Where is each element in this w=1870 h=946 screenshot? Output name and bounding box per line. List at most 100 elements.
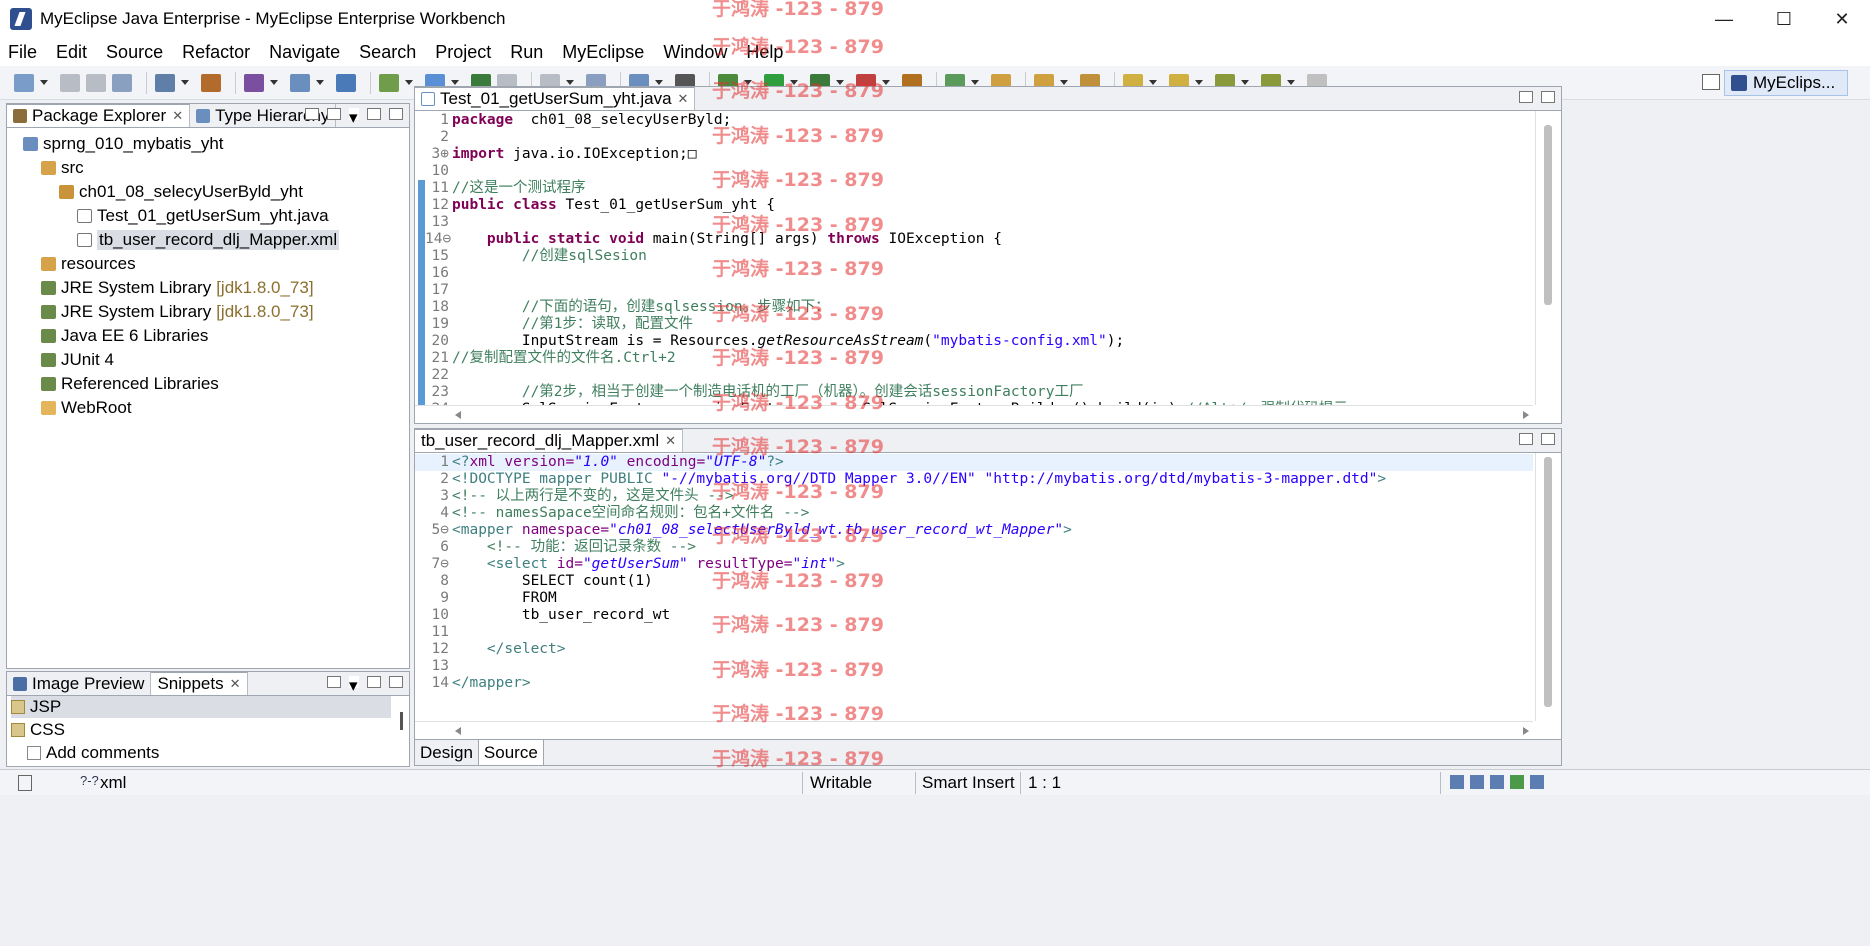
scroll-right-icon[interactable] <box>1523 727 1529 735</box>
xml-code-area[interactable]: 1 <?xml version="1.0" encoding="UTF-8"?> 2… <box>415 454 1533 721</box>
maximize-view-icon[interactable] <box>389 676 403 688</box>
menu-source[interactable]: Source <box>106 42 163 63</box>
collapse-all-icon[interactable] <box>305 108 319 120</box>
tab-snippets[interactable]: Snippets ✕ <box>151 672 248 695</box>
open-perspective-icon[interactable] <box>1702 74 1720 90</box>
snippet-item-add-comments[interactable]: Add comments <box>11 742 391 764</box>
view-menu-icon[interactable]: ▾ <box>349 676 359 695</box>
line-text: //这是一个测试程序 <box>452 180 585 197</box>
scroll-left-icon[interactable] <box>455 411 461 419</box>
menu-file[interactable]: File <box>8 42 37 63</box>
maximize-view-icon[interactable] <box>1541 91 1555 103</box>
menu-help[interactable]: Help <box>746 42 783 63</box>
scroll-right-icon[interactable] <box>1523 411 1529 419</box>
close-tab-icon[interactable]: ✕ <box>665 433 676 449</box>
status-icon-2[interactable] <box>1470 775 1484 789</box>
view-menu-icon[interactable]: ▾ <box>349 108 359 127</box>
tree-item[interactable]: JUnit 4 <box>7 348 409 372</box>
menu-run[interactable]: Run <box>510 42 543 63</box>
tree-item[interactable]: src <box>7 156 409 180</box>
tree-item[interactable]: tb_user_record_dlj_Mapper.xml <box>7 228 409 252</box>
tab-package-explorer[interactable]: Package Explorer ✕ <box>7 104 191 127</box>
menu-navigate[interactable]: Navigate <box>269 42 340 63</box>
toolbar-dropdown-icon[interactable] <box>40 74 48 92</box>
menu-project[interactable]: Project <box>435 42 491 63</box>
maximize-button[interactable]: ☐ <box>1754 0 1814 38</box>
close-tab-icon[interactable]: ✕ <box>678 91 689 107</box>
tree-item[interactable]: resources <box>7 252 409 276</box>
code-token: <mapper <box>452 522 514 538</box>
toolbar-button-icon[interactable] <box>112 73 132 92</box>
maximize-view-icon[interactable] <box>1541 433 1555 445</box>
close-tab-icon[interactable]: ✕ <box>230 676 241 692</box>
line-number: 12 <box>431 197 449 213</box>
tab-image-preview[interactable]: Image Preview <box>7 672 152 695</box>
tab-design[interactable]: Design <box>415 740 479 765</box>
toolbar-button-icon[interactable] <box>290 73 310 92</box>
scroll-left-icon[interactable] <box>455 727 461 735</box>
code-token: "1.0" <box>574 454 618 470</box>
code-token: IOException { <box>879 231 1003 247</box>
scroll-thumb[interactable] <box>1544 457 1552 707</box>
link-with-editor-icon[interactable] <box>327 108 341 120</box>
minimize-button[interactable]: — <box>1694 0 1754 38</box>
toolbar-button-icon[interactable] <box>155 73 175 92</box>
minimize-view-icon[interactable] <box>367 676 381 688</box>
tree-item[interactable]: JRE System Library [jdk1.8.0_73] <box>7 276 409 300</box>
code-token: version= <box>495 454 575 470</box>
toolbar-dropdown-icon[interactable] <box>181 74 189 92</box>
menu-search[interactable]: Search <box>359 42 416 63</box>
close-button[interactable]: ✕ <box>1812 0 1870 38</box>
status-icon-5[interactable] <box>1530 775 1544 789</box>
toolbar-dropdown-icon[interactable] <box>316 74 324 92</box>
perspective-switcher[interactable]: MyEclips... <box>1724 70 1848 96</box>
status-icon-1[interactable] <box>1450 775 1464 789</box>
editor-mode-tabs: Design Source <box>415 739 1561 765</box>
scroll-thumb[interactable] <box>1544 125 1552 305</box>
menu-myeclipse[interactable]: MyEclipse <box>562 42 644 63</box>
tree-item[interactable]: WebRoot <box>7 396 409 420</box>
menu-edit[interactable]: Edit <box>56 42 87 63</box>
tab-source[interactable]: Source <box>478 740 544 765</box>
menu-window[interactable]: Window <box>663 42 727 63</box>
tree-item[interactable]: JRE System Library [jdk1.8.0_73] <box>7 300 409 324</box>
toolbar-dropdown-icon[interactable] <box>270 74 278 92</box>
xml-horizontal-scrollbar[interactable] <box>415 721 1533 739</box>
xml-vertical-scrollbar[interactable] <box>1535 453 1561 721</box>
tab-xml-file[interactable]: tb_user_record_dlj_Mapper.xml ✕ <box>415 429 684 452</box>
java-horizontal-scrollbar[interactable] <box>415 405 1533 423</box>
code-line: 10 tb_user_record_wt <box>415 607 1533 624</box>
menu-refactor[interactable]: Refactor <box>182 42 250 63</box>
java-code-area[interactable]: 1 package ch01_08_selecyUserByld; 2 3⊕ impor… <box>415 112 1533 405</box>
minimize-view-icon[interactable] <box>367 108 381 120</box>
snippet-category-css[interactable]: CSS <box>11 719 391 741</box>
tree-item[interactable]: ch01_08_selecyUserByld_yht <box>7 180 409 204</box>
tree-item[interactable]: Java EE 6 Libraries <box>7 324 409 348</box>
status-icon-4[interactable] <box>1510 775 1524 789</box>
java-editor-tabbar: Test_01_getUserSum_yht.java ✕ <box>415 87 1561 111</box>
toolbar-button-icon[interactable] <box>201 73 221 92</box>
tree-item[interactable]: Test_01_getUserSum_yht.java <box>7 204 409 228</box>
code-token: > <box>836 556 845 572</box>
toolbar-dropdown-icon[interactable] <box>405 74 413 92</box>
fast-view-icon[interactable] <box>18 775 32 791</box>
toolbar-button-icon[interactable] <box>60 73 80 92</box>
minimize-view-icon[interactable] <box>1519 433 1533 445</box>
status-icon-3[interactable] <box>1490 775 1504 789</box>
code-token: public static void <box>486 231 645 247</box>
java-vertical-scrollbar[interactable] <box>1535 111 1561 405</box>
snippets-scrollbar[interactable] <box>400 712 403 730</box>
toolbar-button-icon[interactable] <box>244 73 264 92</box>
tab-java-file[interactable]: Test_01_getUserSum_yht.java ✕ <box>415 87 696 110</box>
toolbar-button-icon[interactable] <box>336 73 356 92</box>
toolbar-button-icon[interactable] <box>86 73 106 92</box>
tree-item[interactable]: sprng_010_mybatis_yht <box>7 132 409 156</box>
tree-item[interactable]: Referenced Libraries <box>7 372 409 396</box>
close-tab-icon[interactable]: ✕ <box>172 108 183 124</box>
toolbar-button-icon[interactable] <box>14 73 34 92</box>
customize-icon[interactable] <box>327 676 341 688</box>
toolbar-button-icon[interactable] <box>379 73 399 92</box>
snippet-category-jsp[interactable]: JSP <box>11 696 391 718</box>
minimize-view-icon[interactable] <box>1519 91 1533 103</box>
maximize-view-icon[interactable] <box>389 108 403 120</box>
